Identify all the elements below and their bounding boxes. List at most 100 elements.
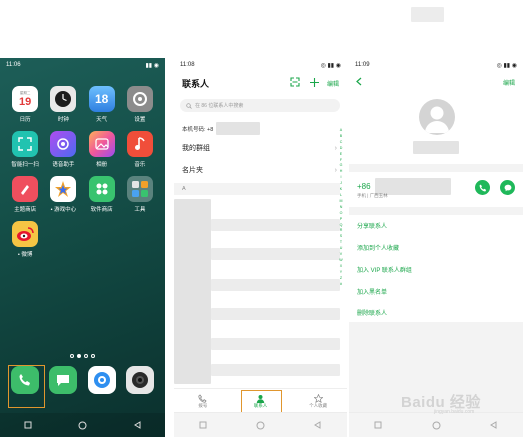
app-store-icon — [88, 176, 115, 202]
section-header: A — [174, 183, 340, 195]
home-screen: 11:06 ▮▮ ◉ 星期二 19 日历 时钟 18 天气 设置 智能扫一扫 语… — [0, 58, 165, 437]
app-theme-store[interactable]: 主题商店 — [6, 176, 44, 213]
divider — [349, 207, 523, 215]
app-game-center[interactable]: • 游戏中心 — [44, 176, 82, 213]
app-software-store[interactable]: 软件商店 — [83, 176, 121, 213]
app-calendar[interactable]: 星期二 19 日历 — [6, 86, 44, 123]
chevron-right-icon: › — [334, 166, 337, 174]
settings-icon — [126, 86, 153, 112]
app-label: 设置 — [134, 117, 146, 123]
app-label: 语音助手 — [52, 162, 75, 168]
tab-label: 个人收藏 — [309, 403, 328, 408]
page-indicator[interactable] — [0, 354, 165, 358]
status-bar: 11:08 ◎ ▮▮ ◉ — [174, 58, 347, 72]
message-button[interactable] — [500, 180, 515, 195]
divider — [349, 164, 523, 172]
home-icon[interactable] — [256, 421, 265, 430]
contact-name-redacted — [413, 141, 459, 154]
app-weibo[interactable]: • 微博 — [6, 221, 44, 258]
calendar-icon: 星期二 19 — [12, 86, 39, 112]
search-placeholder: 在 86 位联系人中搜索 — [195, 103, 244, 109]
back-icon[interactable] — [490, 421, 499, 430]
app-music[interactable]: 音乐 — [121, 131, 159, 168]
call-button[interactable] — [475, 180, 490, 195]
page-dot-active — [77, 354, 81, 358]
scan-icon[interactable] — [290, 74, 300, 92]
tab-dialpad[interactable]: 拨号 — [183, 394, 223, 409]
business-cards-row[interactable]: 名片夹 › — [182, 162, 337, 178]
gallery-icon — [88, 131, 115, 157]
browser-icon[interactable] — [87, 366, 116, 394]
app-label: 音乐 — [134, 162, 146, 168]
tab-label: 拨号 — [198, 403, 208, 408]
redacted-number — [216, 122, 261, 135]
alphabet-letter[interactable]: # — [340, 282, 342, 288]
panel-gap — [165, 58, 174, 437]
row-label: 我的群组 — [182, 145, 210, 152]
search-input[interactable]: 在 86 位联系人中搜索 — [180, 99, 340, 112]
camera-icon[interactable] — [125, 366, 154, 394]
theme-store-icon — [12, 176, 39, 202]
detail-header: 编辑 — [355, 75, 515, 89]
contact-row-redacted[interactable] — [211, 279, 340, 291]
app-scan[interactable]: 智能扫一扫 — [6, 131, 44, 168]
contact-list-redacted[interactable] — [174, 199, 211, 384]
app-tools-folder[interactable]: 工具 — [121, 176, 159, 213]
contact-detail-screen: 11:09 ◎ ▮▮ ◉ 编辑 +86 手机 | 广西玉林 分享联系人 添加到个… — [349, 58, 523, 437]
home-icon[interactable] — [432, 421, 441, 430]
status-time: 11:06 — [6, 62, 21, 68]
app-clock[interactable]: 时钟 — [44, 86, 82, 123]
add-to-favorites-action[interactable]: 添加到个人收藏 — [357, 243, 399, 252]
share-contact-action[interactable]: 分享联系人 — [357, 221, 387, 230]
back-icon[interactable] — [314, 421, 323, 430]
recents-icon[interactable] — [198, 421, 207, 430]
edit-button[interactable]: 编辑 — [327, 79, 339, 88]
my-groups-row[interactable]: 我的群组 › — [182, 140, 337, 156]
add-to-vip-group-action[interactable]: 加入 VIP 联系人群组 — [357, 265, 412, 274]
edit-button[interactable]: 编辑 — [503, 78, 515, 87]
status-icons: ◎ ▮▮ ◉ — [496, 62, 517, 69]
app-voice-assistant[interactable]: 语音助手 — [44, 131, 82, 168]
clock-icon — [50, 86, 77, 112]
messages-icon[interactable] — [49, 366, 78, 394]
recents-icon[interactable] — [374, 421, 383, 430]
contact-row-redacted[interactable] — [211, 338, 340, 350]
app-gallery[interactable]: 相册 — [83, 131, 121, 168]
back-arrow-icon[interactable] — [355, 73, 363, 91]
contacts-header: 联系人 编辑 — [182, 75, 339, 91]
home-icon[interactable] — [78, 421, 87, 430]
add-to-blacklist-action[interactable]: 加入黑名单 — [357, 287, 387, 296]
app-label: 日历 — [19, 117, 31, 123]
app-label: 软件商店 — [90, 207, 113, 213]
delete-contact-action[interactable]: 删除联系人 — [357, 308, 387, 317]
back-icon[interactable] — [133, 421, 142, 430]
app-weather[interactable]: 18 天气 — [83, 86, 121, 123]
app-grid: 星期二 19 日历 时钟 18 天气 设置 智能扫一扫 语音助手 相册 音乐 主… — [6, 86, 159, 258]
contact-row-redacted[interactable] — [211, 308, 340, 320]
app-settings[interactable]: 设置 — [121, 86, 159, 123]
add-contact-icon[interactable] — [309, 74, 319, 92]
contact-row-redacted[interactable] — [211, 364, 340, 376]
page-title: 联系人 — [182, 78, 210, 89]
status-bar: 11:06 ▮▮ ◉ — [0, 58, 165, 72]
contact-row-redacted[interactable] — [211, 248, 340, 260]
watermark-url: jingyan.baidu.com — [434, 409, 475, 415]
favorites-tab-icon — [313, 394, 323, 403]
contact-row-redacted[interactable] — [211, 219, 340, 231]
phone-prefix: +86 — [357, 182, 371, 191]
tab-favorites[interactable]: 个人收藏 — [298, 394, 338, 409]
my-number: 本机号码: +8 — [182, 122, 261, 135]
highlight-phone-app — [8, 365, 45, 408]
scan-icon — [12, 131, 39, 157]
app-label: 智能扫一扫 — [11, 162, 39, 168]
recents-icon[interactable] — [23, 421, 32, 430]
voice-assistant-icon — [50, 131, 77, 157]
row-label: 名片夹 — [182, 167, 203, 174]
status-icons: ◎ ▮▮ ◉ — [320, 62, 341, 69]
search-icon — [186, 102, 192, 109]
alphabet-index[interactable]: A B C D E F G H I J K L M N O P Q R S T U V W X Y Z # — [338, 128, 344, 287]
app-label: 相册 — [96, 162, 108, 168]
status-icons: ▮▮ ◉ — [145, 62, 159, 69]
app-label: 主题商店 — [14, 207, 37, 213]
phone-icon — [479, 184, 486, 191]
